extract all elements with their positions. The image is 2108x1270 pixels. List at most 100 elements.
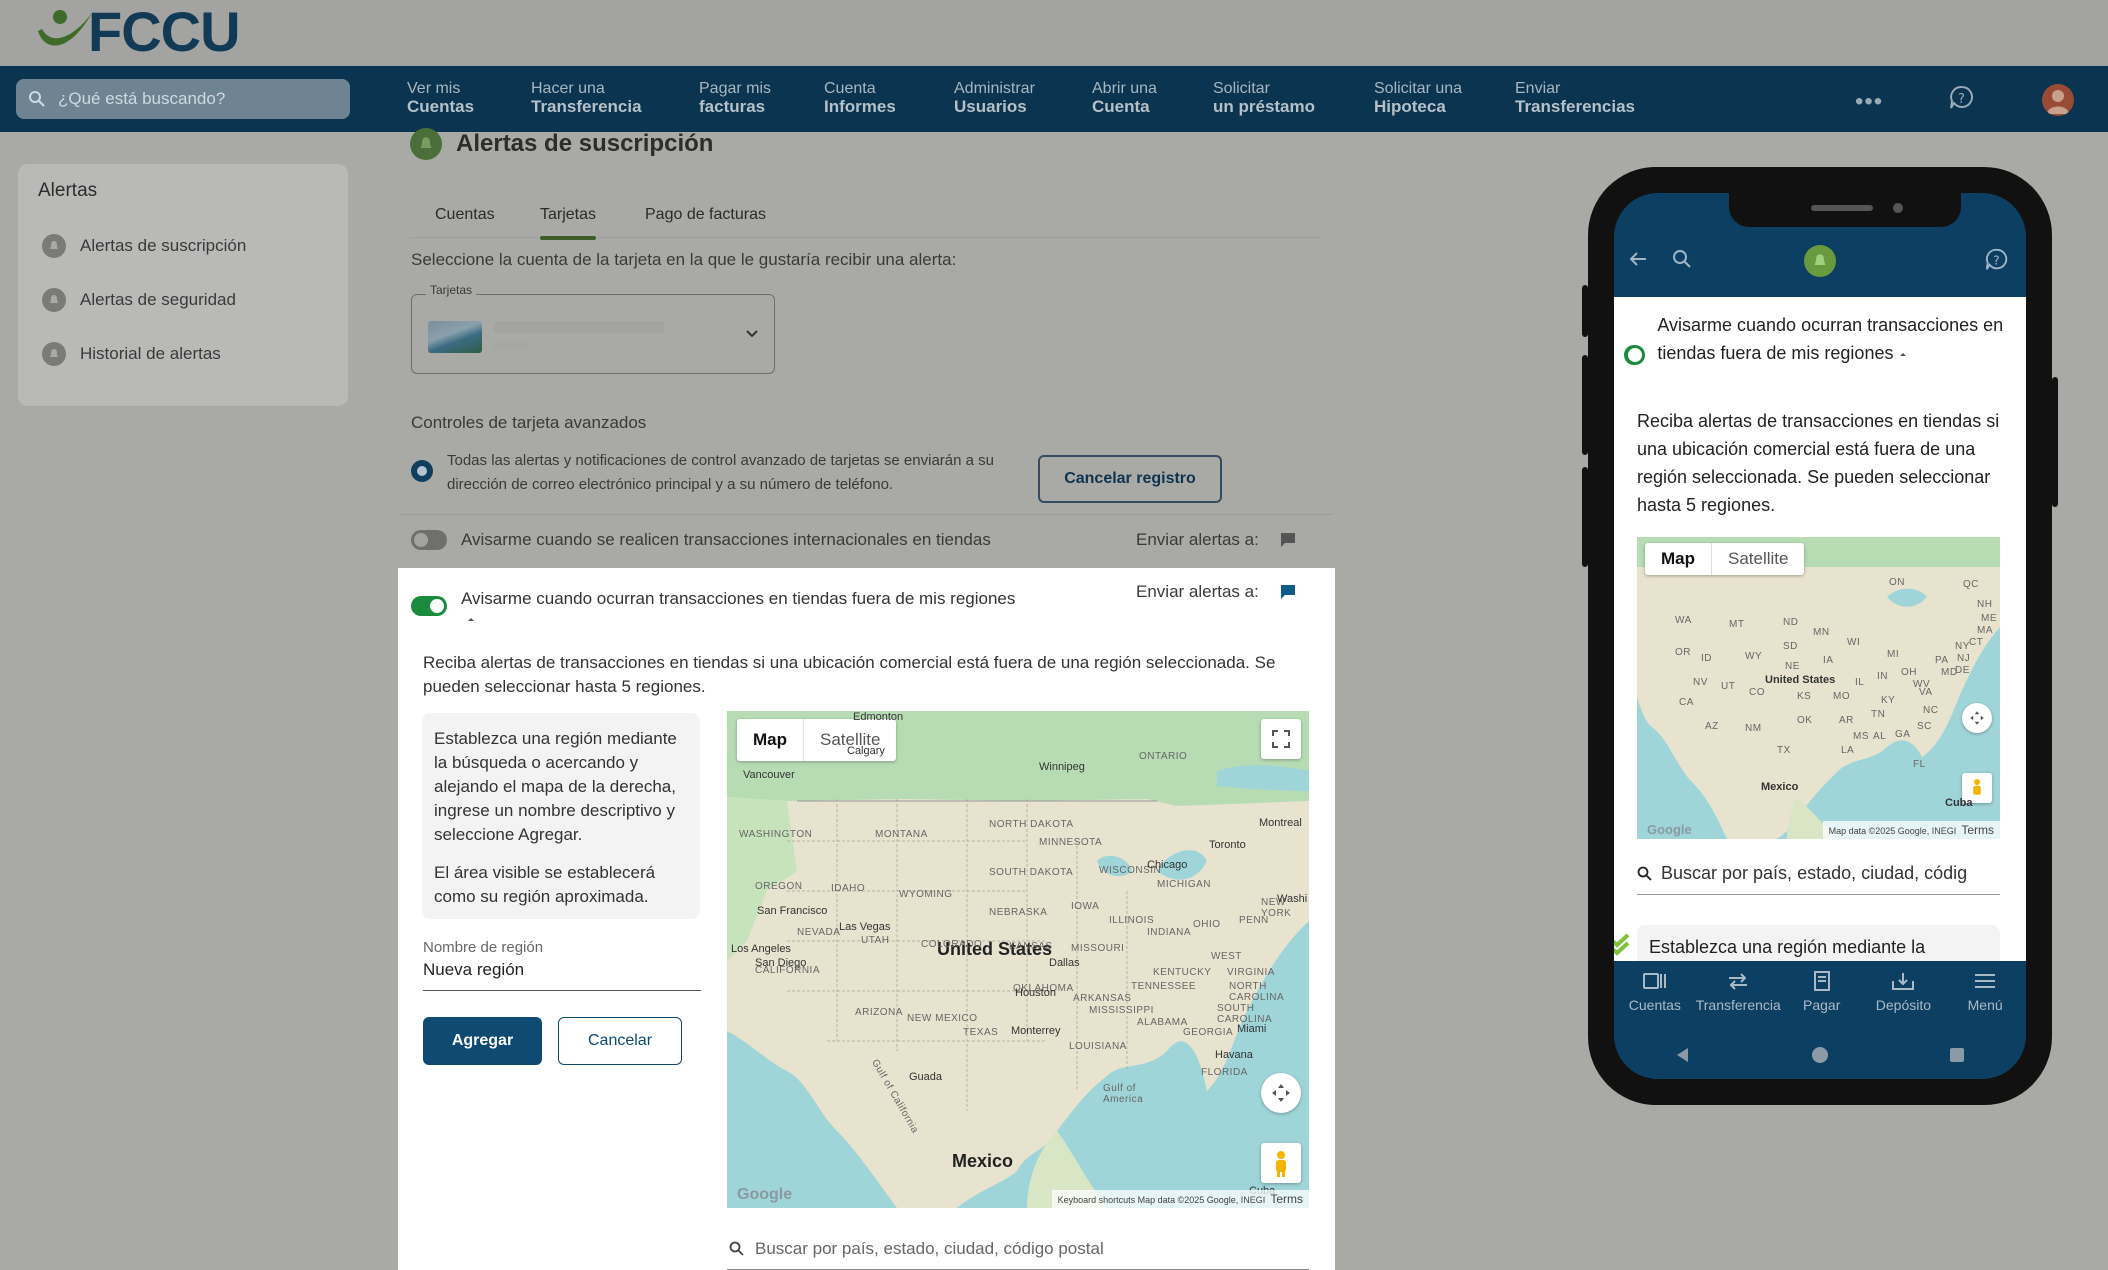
phone-tab-label: Transferencia bbox=[1695, 997, 1781, 1013]
user-avatar[interactable] bbox=[2042, 84, 2074, 116]
flag-icon[interactable] bbox=[1279, 583, 1297, 601]
map-type-map[interactable]: Map bbox=[737, 719, 804, 761]
map-city-label: Houston bbox=[1015, 987, 1056, 999]
map-city-label: Edmonton bbox=[853, 711, 904, 723]
global-search[interactable] bbox=[16, 79, 350, 119]
phone-map-state: KS bbox=[1797, 691, 1812, 702]
pan-icon bbox=[1272, 1084, 1290, 1102]
phone-tab-menu[interactable]: Menú bbox=[1944, 961, 2026, 1031]
flag-icon[interactable] bbox=[1279, 531, 1297, 549]
phone-map-state: QC bbox=[1963, 579, 1979, 590]
bell-icon bbox=[1804, 245, 1836, 277]
alerts-sidebar: Alertas Alertas de suscripción Alertas d… bbox=[18, 164, 348, 406]
nav-item-informes[interactable]: Cuenta Informes bbox=[824, 80, 954, 116]
add-region-button[interactable]: Agregar bbox=[423, 1017, 542, 1065]
search-input[interactable] bbox=[58, 89, 318, 109]
logo-text: FCCU bbox=[88, 0, 241, 63]
send-alerts-label: Enviar alertas a: bbox=[1136, 582, 1259, 601]
map-terms-link[interactable]: Terms bbox=[1270, 1192, 1303, 1206]
more-icon[interactable]: ••• bbox=[1855, 88, 1883, 116]
help-chat-icon[interactable]: ? bbox=[1948, 84, 1976, 112]
phone-map-type-satellite[interactable]: Satellite bbox=[1712, 549, 1804, 569]
phone-map-state: TX bbox=[1777, 745, 1791, 756]
map-city-label: Miami bbox=[1237, 1023, 1267, 1035]
help-chat-icon[interactable]: ? bbox=[1984, 247, 2010, 273]
android-home-icon[interactable] bbox=[1811, 1046, 1829, 1064]
nav-item-cuentas[interactable]: Ver mis Cuentas bbox=[407, 80, 531, 116]
map-state-label: TEXAS bbox=[963, 1027, 999, 1038]
nav-item-usuarios[interactable]: Administrar Usuarios bbox=[954, 80, 1092, 116]
phone-map-state: WI bbox=[1847, 637, 1861, 648]
phone-map-state: FL bbox=[1913, 759, 1926, 770]
fccu-logo[interactable]: FCCU bbox=[34, 0, 241, 63]
phone-map-state: MS bbox=[1853, 731, 1869, 742]
caret-up-icon[interactable] bbox=[1898, 349, 1908, 359]
card-select-dropdown[interactable]: Tarjetas bbox=[411, 283, 775, 374]
map-search[interactable]: Buscar por país, estado, ciudad, código … bbox=[727, 1228, 1309, 1270]
phone-map-state: NE bbox=[1785, 661, 1800, 672]
phone-map-terms-link[interactable]: Terms bbox=[1961, 823, 1994, 837]
map-attribution-text: Keyboard shortcuts Map data ©2025 Google… bbox=[1057, 1195, 1266, 1205]
tab-pago-facturas[interactable]: Pago de facturas bbox=[645, 206, 766, 224]
phone-map-state: WV bbox=[1913, 679, 1931, 690]
phone-map-state: IN bbox=[1877, 671, 1888, 682]
region-map[interactable]: Map Satellite United States Mexico Cuba … bbox=[727, 711, 1309, 1208]
map-city-label: Toronto bbox=[1209, 839, 1246, 851]
scroll-down-icon[interactable] bbox=[1614, 927, 1634, 961]
tab-tarjetas[interactable]: Tarjetas bbox=[540, 206, 597, 240]
phone-map-type-toggle[interactable]: Map Satellite bbox=[1645, 543, 1805, 575]
back-arrow-icon[interactable] bbox=[1626, 247, 1650, 271]
map-city-label: Montreal bbox=[1259, 817, 1302, 829]
nav-item-abrir-cuenta[interactable]: Abrir una Cuenta bbox=[1092, 80, 1213, 116]
map-state-label: OREGON bbox=[755, 881, 803, 892]
phone-map-state: AR bbox=[1839, 715, 1854, 726]
nav-label-2: Cuentas bbox=[407, 97, 475, 116]
cancel-registration-button[interactable]: Cancelar registro bbox=[1038, 455, 1222, 503]
international-label: Avisarme cuando se realicen transaccione… bbox=[461, 530, 991, 549]
android-recents-icon[interactable] bbox=[1948, 1046, 1966, 1064]
phone-tab-transferencia[interactable]: Transferencia bbox=[1696, 961, 1781, 1031]
phone-map-state: PA bbox=[1935, 655, 1949, 666]
international-toggle[interactable] bbox=[411, 530, 447, 550]
phone-regions-toggle[interactable] bbox=[1624, 345, 1646, 365]
phone-map-type-map[interactable]: Map bbox=[1645, 543, 1712, 575]
fullscreen-button[interactable] bbox=[1261, 719, 1301, 759]
phone-map[interactable]: Map Satellite United States Mexico Cuba … bbox=[1637, 537, 2000, 839]
main-nav: Ver misCuentas Hacer unaTransferencia Pa… bbox=[0, 66, 2108, 132]
map-state-label: ILLINOIS bbox=[1109, 915, 1155, 926]
nav-item-transferencia[interactable]: Hacer una Transferencia bbox=[531, 80, 699, 116]
phone-tab-deposito[interactable]: Depósito bbox=[1863, 961, 1945, 1031]
sidebar-item-historial[interactable]: Historial de alertas bbox=[42, 342, 221, 366]
caret-up-icon[interactable] bbox=[466, 614, 476, 624]
tab-cuentas[interactable]: Cuentas bbox=[435, 206, 495, 224]
card-select-label: Tarjetas bbox=[426, 283, 477, 297]
phone-tab-cuentas[interactable]: Cuentas bbox=[1614, 961, 1696, 1031]
deposit-icon bbox=[1892, 973, 1915, 990]
street-view-button[interactable] bbox=[1261, 1143, 1301, 1183]
nav-item-hipoteca[interactable]: Solicitar una Hipoteca bbox=[1374, 80, 1515, 116]
phone-map-state: WY bbox=[1745, 651, 1763, 662]
card-image bbox=[428, 321, 482, 353]
map-pan-button[interactable] bbox=[1261, 1073, 1301, 1113]
map-city-label: Dallas bbox=[1049, 957, 1080, 969]
sidebar-item-label: Historial de alertas bbox=[80, 344, 221, 363]
nav-item-facturas[interactable]: Pagar mis facturas bbox=[699, 80, 824, 116]
divider bbox=[398, 514, 1333, 515]
map-state-label: GEORGIA bbox=[1183, 1027, 1234, 1038]
phone-tab-pagar[interactable]: Pagar bbox=[1781, 961, 1863, 1031]
cancel-button[interactable]: Cancelar bbox=[558, 1017, 682, 1065]
sidebar-item-suscripcion[interactable]: Alertas de suscripción bbox=[42, 234, 246, 258]
search-icon[interactable] bbox=[1670, 247, 1694, 271]
nav-item-enviar-transferencias[interactable]: Enviar Transferencias bbox=[1515, 80, 1655, 116]
map-city-label: San Francisco bbox=[757, 905, 828, 917]
phone-map-pan-button[interactable] bbox=[1962, 703, 1992, 733]
phone-map-search[interactable]: Buscar por país, estado, ciudad, códig bbox=[1637, 853, 2000, 895]
regions-toggle[interactable] bbox=[411, 596, 447, 616]
nav-item-prestamo[interactable]: Solicitar un préstamo bbox=[1213, 80, 1374, 116]
phone-content: Avisarme cuando ocurran transacciones en… bbox=[1614, 297, 2026, 961]
phone-screen-frame: ? Avisarme cuando ocurran transacciones … bbox=[1614, 193, 2026, 1079]
sidebar-item-seguridad[interactable]: Alertas de seguridad bbox=[42, 288, 236, 312]
region-name-input[interactable] bbox=[423, 956, 701, 991]
android-back-icon[interactable] bbox=[1674, 1046, 1692, 1064]
map-state-label: MINNESOTA bbox=[1039, 837, 1103, 848]
